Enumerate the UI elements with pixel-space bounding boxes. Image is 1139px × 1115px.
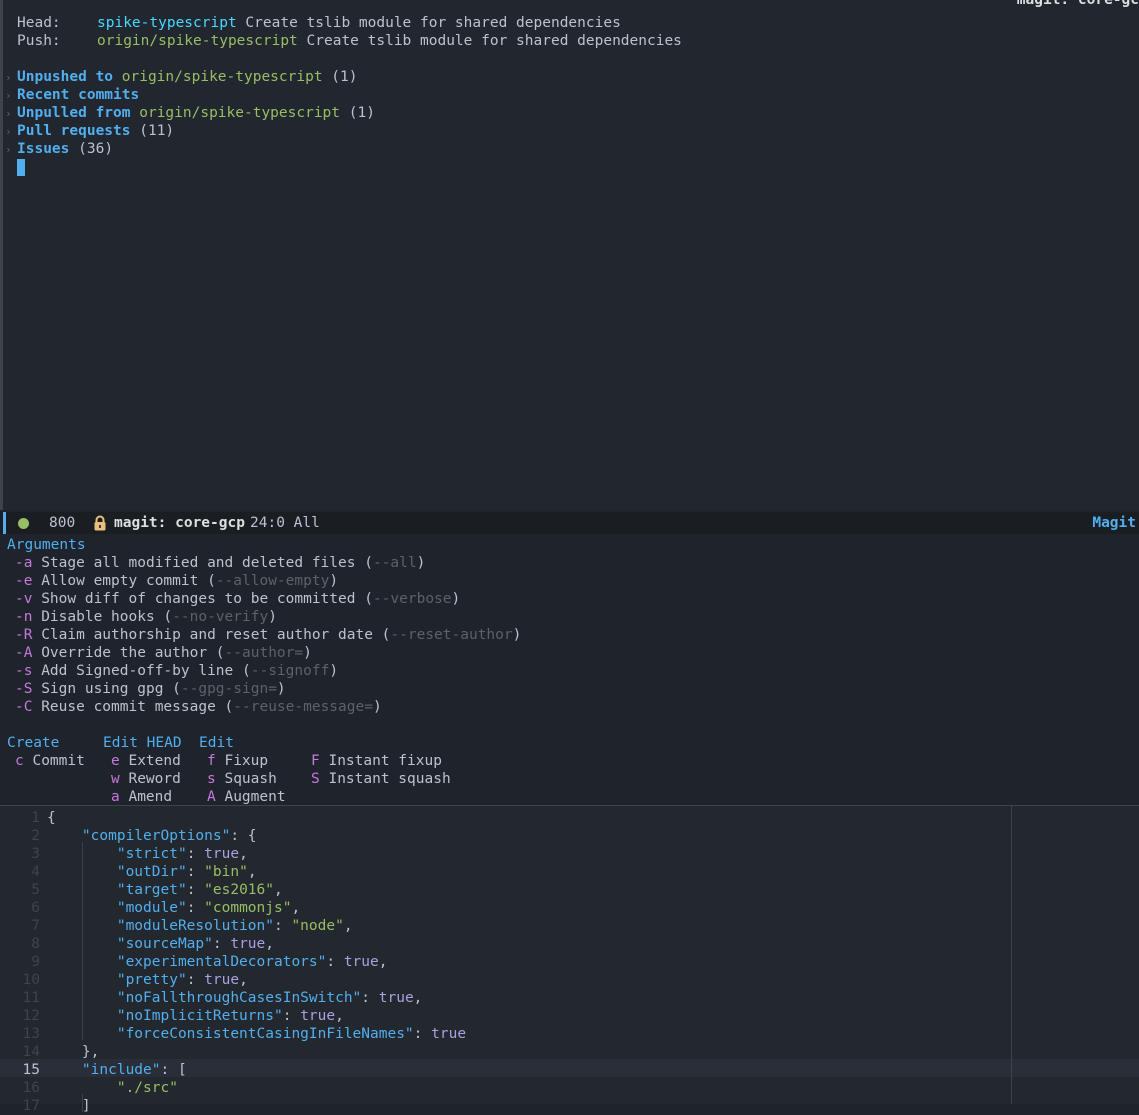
line-number: 11 — [22, 990, 40, 1006]
line-number: 15 — [22, 1062, 40, 1078]
lock-icon — [94, 515, 106, 531]
code-line[interactable]: "include": [ — [47, 1061, 187, 1079]
line-number: 13 — [22, 1026, 40, 1042]
text-cursor — [17, 159, 25, 176]
modeline-buffer-name[interactable]: magit: core-gcp — [114, 514, 245, 532]
argument-author[interactable]: -A Override the author (--author=) — [15, 644, 312, 662]
code-editor[interactable]: 1 {2 "compilerOptions": { 3 "strict": true… — [0, 805, 1139, 1114]
line-number: 16 — [22, 1080, 40, 1096]
modeline-major-mode[interactable]: Magit — [1092, 514, 1136, 532]
push-label: Push: — [17, 33, 61, 49]
transient-commit-popup: Arguments -a Stage all modified and dele… — [0, 534, 1139, 806]
fill-column-indicator — [1011, 806, 1012, 1104]
action-amend[interactable]: a Amend — [111, 788, 172, 806]
argument-no-verify[interactable]: -n Disable hooks (--no-verify) — [15, 608, 277, 626]
section-unpushed[interactable]: Unpushed to origin/spike-typescript (1) — [17, 68, 358, 86]
code-line[interactable]: { — [47, 809, 56, 827]
argument-verbose[interactable]: -v Show diff of changes to be committed … — [15, 590, 460, 608]
action-extend[interactable]: e Extend — [111, 752, 181, 770]
modeline-position: 24:0 All — [250, 515, 320, 531]
chevron-right-icon[interactable]: › — [5, 122, 12, 140]
modeline: 800 magit: core-gcp 24:0 All Magit — [0, 512, 1139, 534]
action-augment[interactable]: A Augment — [207, 788, 286, 806]
status-dot-icon — [18, 518, 29, 529]
code-line[interactable]: "pretty": true, — [47, 971, 248, 989]
chevron-right-icon[interactable]: › — [5, 104, 12, 122]
chevron-right-icon[interactable]: › — [5, 140, 12, 158]
line-number: 3 — [31, 846, 40, 862]
group-title-create: Create — [7, 735, 60, 751]
line-number: 9 — [31, 954, 40, 970]
argument-reuse-message[interactable]: -C Reuse commit message (--reuse-message… — [15, 698, 382, 716]
line-number: 10 — [22, 972, 40, 988]
window-title: magit: core-gc — [1016, 0, 1139, 8]
line-number: 4 — [31, 864, 40, 880]
code-line[interactable]: "moduleResolution": "node", — [47, 917, 353, 935]
head-line-text[interactable]: Head: — [17, 14, 61, 32]
line-number: 12 — [22, 1008, 40, 1024]
argument-gpg-sign[interactable]: -S Sign using gpg (--gpg-sign=) — [15, 680, 286, 698]
head-message: Create tslib module for shared dependenc… — [245, 15, 621, 31]
code-line[interactable]: "forceConsistentCasingInFileNames": true — [47, 1025, 466, 1043]
section-unpulled[interactable]: Unpulled from origin/spike-typescript (1… — [17, 104, 375, 122]
chevron-right-icon[interactable]: › — [5, 86, 12, 104]
group-title-edit-head: Edit HEAD — [103, 735, 182, 751]
modeline-count: 800 — [49, 515, 76, 531]
code-line[interactable]: "module": "commonjs", — [47, 899, 300, 917]
code-line[interactable]: "./src" — [47, 1079, 178, 1097]
action-instant-fixup[interactable]: F Instant fixup — [311, 752, 442, 770]
push-ref[interactable]: origin/spike-typescript Create tslib mod… — [97, 32, 682, 50]
code-line[interactable]: "noFallthroughCasesInSwitch": true, — [47, 989, 423, 1007]
code-line[interactable]: "target": "es2016", — [47, 881, 283, 899]
head-label: Head: — [17, 15, 61, 31]
code-line[interactable]: "outDir": "bin", — [47, 863, 257, 881]
line-number: 2 — [31, 828, 40, 844]
line-number: 6 — [31, 900, 40, 916]
head-branch[interactable]: spike-typescript — [97, 15, 237, 31]
code-line[interactable]: "sourceMap": true, — [47, 935, 274, 953]
line-number: 17 — [22, 1098, 40, 1114]
action-instant-squash[interactable]: S Instant squash — [311, 770, 451, 788]
magit-status-pane: magit: core-gc ⌄ Head: spike-typescript … — [0, 0, 1139, 510]
action-reword[interactable]: w Reword — [111, 770, 181, 788]
head-ref[interactable]: spike-typescript Create tslib module for… — [97, 14, 621, 32]
code-line[interactable]: "experimentalDecorators": true, — [47, 953, 388, 971]
window-fringe — [0, 0, 3, 510]
argument-allow-empty[interactable]: -e Allow empty commit (--allow-empty) — [15, 572, 338, 590]
action-squash[interactable]: s Squash — [207, 770, 277, 788]
line-number: 8 — [31, 936, 40, 952]
code-line[interactable]: ] — [47, 1097, 91, 1115]
code-line[interactable]: "compilerOptions": { — [47, 827, 257, 845]
line-number: 14 — [22, 1044, 40, 1060]
group-title-edit: Edit — [199, 735, 234, 751]
section-recent-commits[interactable]: Recent commits — [17, 86, 139, 104]
section-issues[interactable]: Issues (36) — [17, 140, 113, 158]
code-line[interactable]: "noImplicitReturns": true, — [47, 1007, 344, 1025]
code-line[interactable]: }, — [47, 1043, 99, 1061]
push-message: Create tslib module for shared dependenc… — [306, 33, 682, 49]
line-number: 7 — [31, 918, 40, 934]
modeline-active-bar — [3, 512, 6, 534]
line-number: 1 — [31, 810, 40, 826]
line-number: 5 — [31, 882, 40, 898]
arguments-title: Arguments — [7, 537, 86, 553]
argument-all[interactable]: -a Stage all modified and deleted files … — [15, 554, 425, 572]
section-pull-requests[interactable]: Pull requests (11) — [17, 122, 174, 140]
action-commit[interactable]: c Commit — [15, 752, 85, 770]
code-line[interactable]: "strict": true, — [47, 845, 248, 863]
chevron-right-icon[interactable]: › — [5, 68, 12, 86]
argument-reset-author[interactable]: -R Claim authorship and reset author dat… — [15, 626, 521, 644]
push-branch[interactable]: origin/spike-typescript — [97, 33, 298, 49]
argument-signoff[interactable]: -s Add Signed-off-by line (--signoff) — [15, 662, 338, 680]
action-fixup[interactable]: f Fixup — [207, 752, 268, 770]
